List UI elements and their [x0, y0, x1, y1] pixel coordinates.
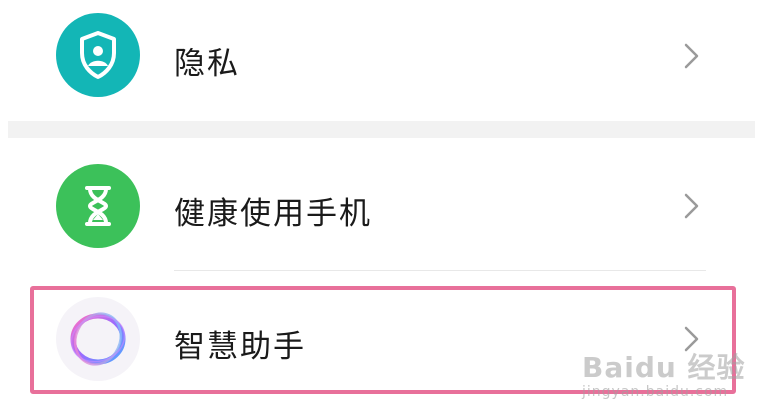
settings-item-digital-balance[interactable]: 健康使用手机: [0, 138, 758, 270]
chevron-right-icon: [680, 191, 702, 221]
settings-item-privacy[interactable]: 隐私: [0, 0, 758, 121]
section-separator: [8, 121, 755, 138]
watermark-logo: Baidu 经验: [582, 351, 746, 384]
settings-item-label: 健康使用手机: [174, 196, 372, 232]
hourglass-icon: [56, 164, 140, 248]
watermark-url: jingyan.baidu.com: [582, 384, 729, 400]
settings-item-label: 智慧助手: [174, 329, 306, 365]
settings-item-label: 隐私: [174, 46, 240, 82]
chevron-right-icon: [680, 41, 702, 71]
smart-assistant-ring-icon: [56, 297, 140, 381]
privacy-shield-icon: [56, 13, 140, 97]
